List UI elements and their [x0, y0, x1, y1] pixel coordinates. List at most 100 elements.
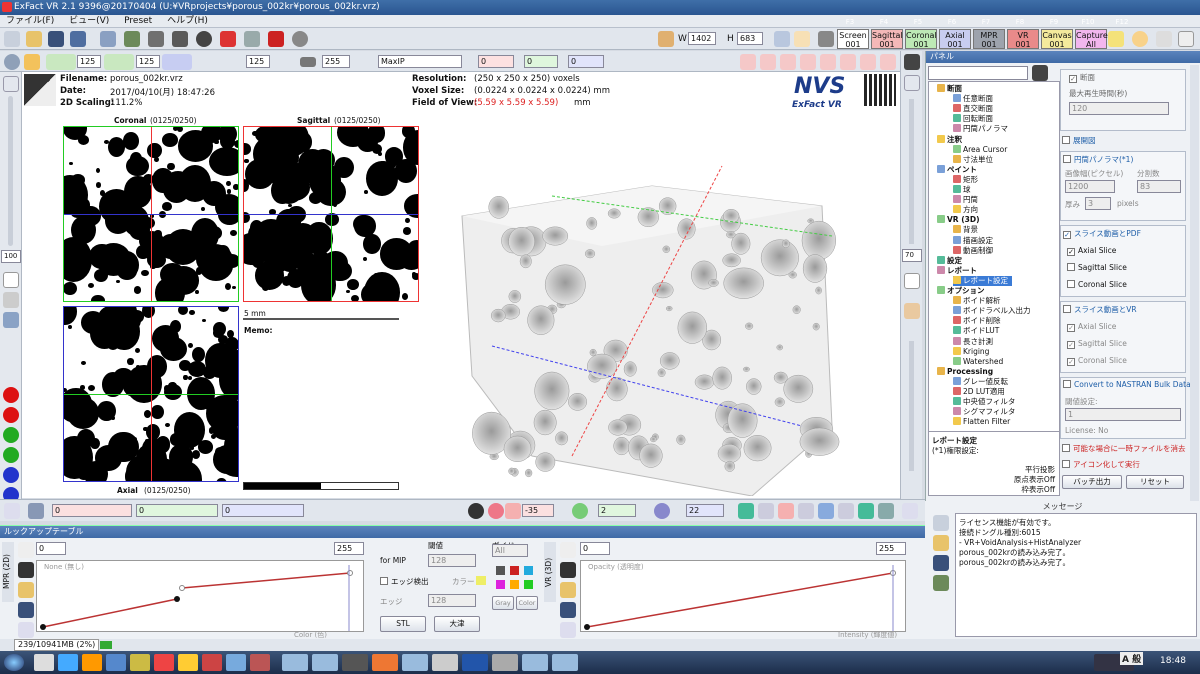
grid-icon[interactable] — [3, 312, 19, 328]
settings-dropdown-icon[interactable] — [292, 31, 308, 47]
sagittal-offset-field[interactable]: 0 — [52, 504, 132, 517]
red-half-icon[interactable] — [3, 407, 19, 423]
stack-icon[interactable] — [148, 31, 164, 47]
zoom-field[interactable]: 100 — [1, 250, 21, 263]
save-as-icon[interactable] — [70, 31, 86, 47]
menu-view[interactable]: ビュー(V) — [63, 15, 115, 28]
taskbar-app-icon[interactable] — [202, 654, 222, 671]
layer-icon[interactable] — [124, 31, 140, 47]
red-dot-icon[interactable] — [3, 387, 19, 403]
pdf-axial-checkbox[interactable]: ✓ Axial Slice — [1067, 246, 1116, 256]
down-arrow-icon[interactable] — [933, 575, 949, 591]
gradient-icon[interactable] — [3, 292, 19, 308]
layers-icon[interactable] — [172, 31, 188, 47]
pdf-checkbox[interactable]: ✓ スライス動画とPDF — [1063, 228, 1141, 239]
tool-icon[interactable] — [780, 54, 796, 70]
tree-item[interactable]: ボイドLUT — [953, 326, 999, 336]
taskbar-app-icon[interactable] — [82, 654, 102, 671]
reset-icon[interactable] — [560, 622, 576, 638]
fit-icon[interactable] — [3, 272, 19, 288]
taskbar-app-icon[interactable] — [552, 654, 578, 671]
folder-icon[interactable] — [18, 582, 34, 598]
sagittal-slice-spinner-icon[interactable] — [104, 54, 134, 70]
threshold-field[interactable]: 1 — [1065, 408, 1181, 421]
tree-item[interactable]: Flatten Filter — [953, 417, 1010, 427]
rotate-red-icon[interactable] — [488, 503, 504, 519]
taskbar-app-icon[interactable] — [312, 654, 338, 671]
tool-icon[interactable] — [758, 503, 774, 519]
zoom-slider[interactable] — [8, 96, 13, 246]
vr-checkbox[interactable]: スライス動画とVR — [1063, 304, 1137, 315]
vr-coronal-checkbox[interactable]: ✓ Coronal Slice — [1067, 356, 1127, 366]
rotate-green-icon[interactable] — [572, 503, 588, 519]
mip-threshold-field[interactable]: 128 — [428, 554, 476, 567]
interval-field[interactable]: 120 — [1069, 102, 1169, 115]
tool-icon[interactable] — [860, 54, 876, 70]
mpr-max-field[interactable]: 255 — [334, 542, 364, 555]
menu-help[interactable]: ヘルプ(H) — [161, 15, 214, 28]
panel-search-input[interactable] — [928, 66, 1028, 80]
sphere-icon[interactable] — [196, 31, 212, 47]
nastran-checkbox[interactable]: Convert to NASTRAN Bulk Data — [1063, 380, 1191, 389]
height-field[interactable]: 683 — [737, 32, 763, 45]
tree-category[interactable]: 断面 — [937, 84, 962, 94]
crosshair-horizontal[interactable] — [64, 214, 238, 215]
taskbar-app-icon[interactable] — [178, 654, 198, 671]
vr-slider[interactable] — [909, 341, 914, 471]
tool-icon[interactable] — [840, 54, 856, 70]
tenkai-checkbox[interactable]: 展開図 — [1062, 135, 1096, 146]
taskbar-app-icon[interactable] — [34, 654, 54, 671]
otsu-button[interactable]: 大津 — [434, 616, 480, 632]
taskbar-app-icon[interactable] — [58, 654, 78, 671]
crosshair-horizontal[interactable] — [64, 394, 238, 395]
menu-preset[interactable]: Preset — [118, 15, 158, 28]
mpr-min-field[interactable]: 0 — [36, 542, 66, 555]
reset-view-icon[interactable] — [902, 503, 918, 519]
tree-item[interactable]: グレー値反転 — [953, 376, 1008, 387]
taskbar-app-icon[interactable] — [282, 654, 308, 671]
tree-item[interactable]: Area Cursor — [953, 144, 1007, 155]
view-button-axial[interactable]: Axial 001 — [939, 29, 971, 49]
coronal-view[interactable] — [63, 126, 239, 302]
taskbar-app-icon[interactable] — [106, 654, 126, 671]
folder-icon[interactable] — [560, 582, 576, 598]
save-icon[interactable] — [560, 602, 576, 618]
tree-item[interactable]: ボイド削除 — [953, 316, 1001, 326]
tree-item[interactable]: 2D LUT適用 — [953, 387, 1005, 397]
divisions-field[interactable]: 83 — [1137, 180, 1181, 193]
tree-item[interactable]: ボイドラベル入出力 — [953, 306, 1031, 316]
tree-item[interactable]: 描画設定 — [953, 235, 993, 246]
vr-zoom-field[interactable]: 70 — [902, 249, 922, 262]
taskbar-app-icon[interactable] — [402, 654, 428, 671]
tree-item[interactable]: 中央値フィルタ — [953, 397, 1015, 407]
iconify-checkbox[interactable]: アイコン化して実行 — [1062, 459, 1140, 470]
vr-sagittal-checkbox[interactable]: ✓ Sagittal Slice — [1067, 339, 1127, 349]
green-dot-icon[interactable] — [3, 427, 19, 443]
lut-tool-icon[interactable] — [18, 542, 34, 558]
taskbar-app-icon[interactable] — [226, 654, 246, 671]
tree-category[interactable]: ペイント — [937, 164, 977, 175]
taskbar-app-icon[interactable] — [462, 654, 488, 671]
up-arrow-icon[interactable] — [18, 562, 34, 578]
tool-icon[interactable] — [760, 54, 776, 70]
red-channel-field[interactable]: 0 — [478, 55, 514, 68]
vr-axial-checkbox[interactable]: ✓ Axial Slice — [1067, 322, 1116, 332]
sagittal-view[interactable] — [243, 126, 419, 302]
gray-button[interactable]: Gray — [492, 596, 514, 610]
vr-min-field[interactable]: 0 — [580, 542, 610, 555]
marker-icon[interactable] — [268, 31, 284, 47]
tree-item[interactable]: 背景 — [953, 225, 978, 235]
tree-item[interactable]: Kriging — [953, 346, 989, 357]
blue-rotation-field[interactable]: 22 — [686, 504, 724, 517]
taskbar-app-icon[interactable] — [130, 654, 150, 671]
green-rotation-field[interactable]: 2 — [598, 504, 636, 517]
width-field[interactable]: 1402 — [688, 32, 716, 45]
tree-item[interactable]: 任意断面 — [953, 94, 993, 104]
window-icon[interactable] — [774, 31, 790, 47]
tool-icon[interactable] — [738, 503, 754, 519]
scissors-icon[interactable] — [904, 303, 920, 319]
tree-category[interactable]: 注釈 — [937, 134, 962, 145]
tree-category[interactable]: Processing — [937, 366, 993, 377]
cursor-icon[interactable] — [24, 54, 40, 70]
image-width-field[interactable]: 1200 — [1065, 180, 1115, 193]
